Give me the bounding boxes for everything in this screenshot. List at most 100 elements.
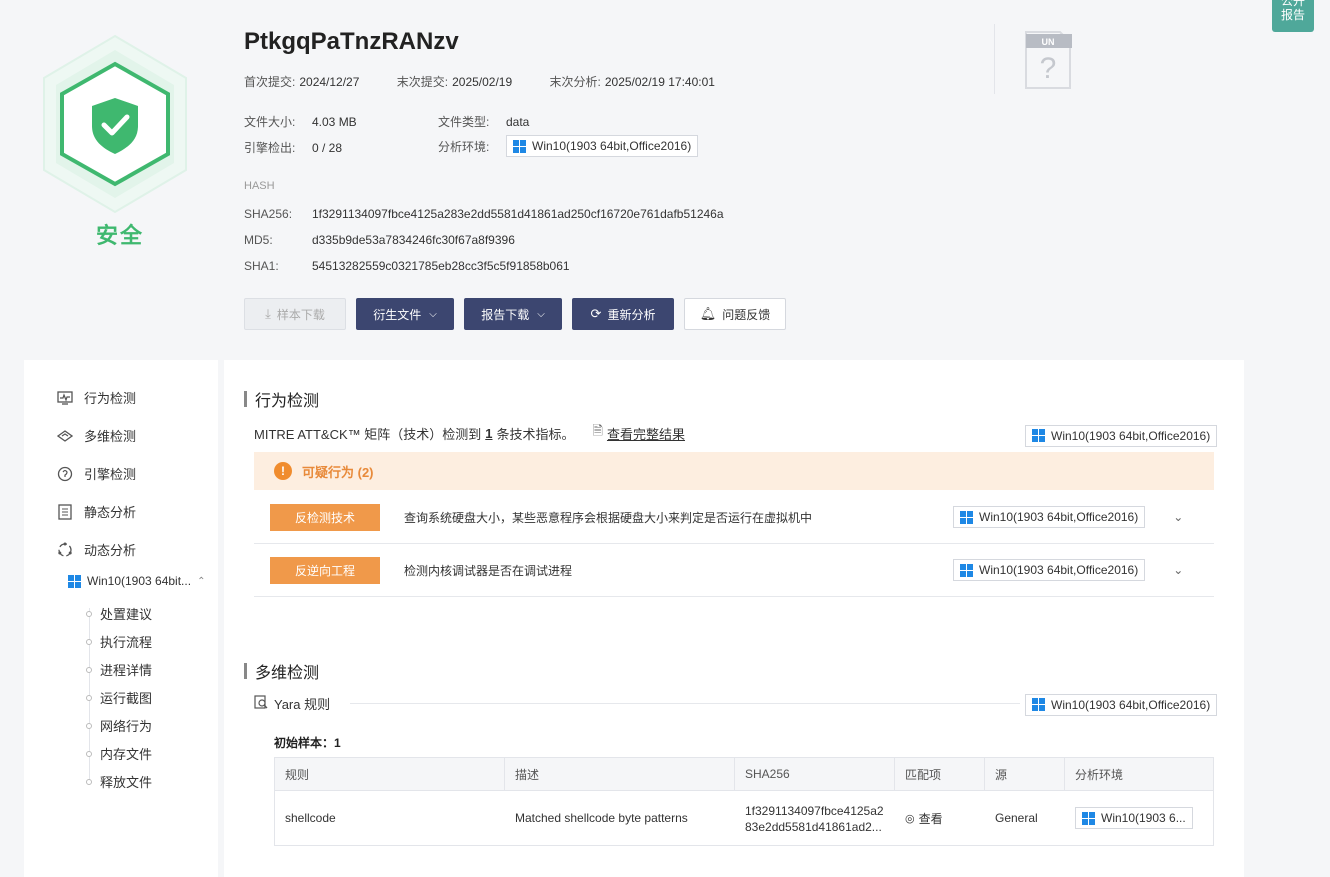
- windows-icon: [68, 574, 81, 588]
- behavior-desc: 检测内核调试器是否在调试进程: [404, 563, 573, 578]
- public-report-text: 公开 报告: [1280, 0, 1305, 22]
- verdict-shield: [40, 34, 190, 214]
- bell-icon: 🔔︎: [699, 306, 717, 321]
- report-icon: 🗎︎: [592, 423, 603, 438]
- shield-hexagon-icon: [43, 34, 187, 214]
- sub-item-screenshots[interactable]: 运行截图: [86, 688, 152, 707]
- first-submit-value: 2024/12/27: [299, 75, 360, 89]
- unknown-type-text: UN: [1042, 37, 1055, 47]
- behavior-row-env: Win10(1903 64bit,Office2016): [953, 559, 1146, 581]
- view-full-results-link[interactable]: 查看完整结果: [607, 424, 685, 443]
- engine-icon: [56, 465, 74, 483]
- behavior-env-chip: Win10(1903 64bit,Office2016): [1025, 424, 1218, 447]
- report-download-button[interactable]: 报告下载 ⌵: [464, 298, 562, 330]
- report-download-label: 报告下载: [481, 307, 530, 322]
- reanalyze-button[interactable]: ⟳ 重新分析: [572, 298, 674, 330]
- sub-item-process-details[interactable]: 进程详情: [86, 660, 152, 679]
- bullet-dot: [86, 778, 92, 785]
- submission-meta: 首次提交: 2024/12/27 末次提交: 2025/02/19 末次分析: 202…: [244, 73, 749, 90]
- eye-icon: ◎: [905, 812, 915, 825]
- column-header: SHA256: [735, 758, 895, 790]
- column-header: 分析环境: [1075, 767, 1124, 782]
- chevron-down-icon[interactable]: ⌄: [1173, 510, 1183, 524]
- header-divider: [994, 24, 995, 94]
- unknown-file-icon: UN ?: [1024, 30, 1072, 90]
- first-submit-label: 首次提交:: [244, 75, 296, 89]
- file-type-value: data: [506, 115, 530, 129]
- yara-label: Yara 规则: [274, 697, 331, 712]
- behavior-tag: 反逆向工程: [270, 556, 380, 584]
- behavior-env-value: Win10(1903 64bit,Office2016): [1051, 428, 1211, 443]
- view-match-label: 查看: [918, 811, 943, 826]
- sidebar-item-dynamic[interactable]: 动态分析: [56, 540, 136, 559]
- multi-env-chip: Win10(1903 64bit,Office2016): [1025, 693, 1218, 716]
- title-bar: [244, 391, 247, 407]
- sub-item-remediation[interactable]: 处置建议: [86, 604, 152, 623]
- sidebar-item-behavior[interactable]: 行为检测: [56, 388, 136, 407]
- rule-cell: shellcode: [285, 811, 336, 825]
- sha256-row: SHA256: 1f3291134097fbce4125a283e2dd5581d…: [244, 207, 724, 221]
- monitor-icon: [56, 389, 74, 407]
- windows-icon: [960, 510, 973, 524]
- sidebar-item-multi[interactable]: 多维检测: [56, 426, 136, 445]
- download-sample-button[interactable]: ⤓ 样本下载: [244, 298, 346, 330]
- column-header: 匹配项: [895, 758, 985, 790]
- behavior-tag: 反检测技术: [270, 503, 380, 531]
- main-content: 行为检测 MITRE ATT&CK™ 矩阵（技术）检测到 1 条技术指标。 🗎︎…: [224, 360, 1244, 877]
- sub-item-network[interactable]: 网络行为: [86, 716, 152, 735]
- cycle-icon: [56, 541, 74, 559]
- chevron-up-icon: ⌃: [197, 575, 206, 587]
- sub-item-label: 执行流程: [100, 635, 153, 650]
- sub-item-label: 进程详情: [100, 663, 153, 678]
- sidebar-item-label: 静态分析: [84, 505, 137, 520]
- list-icon: [56, 503, 74, 521]
- refresh-icon: ⟳: [590, 306, 602, 321]
- file-type-row: 文件类型: data: [438, 113, 529, 130]
- bullet-dot: [86, 750, 92, 757]
- derived-files-button[interactable]: 衍生文件 ⌵: [356, 298, 454, 330]
- env-chip: Win10(1903 64bit,Office2016): [506, 135, 699, 157]
- last-submit-label: 末次提交:: [396, 75, 449, 89]
- match-cell: ◎ 查看: [895, 791, 985, 845]
- env-value: Win10(1903 64bit,Office2016): [532, 139, 692, 153]
- table-header: 规则 描述 SHA256 匹配项 源 分析环境: [275, 758, 1213, 791]
- feedback-button[interactable]: 🔔︎ 问题反馈: [684, 298, 786, 330]
- bullet-dot: [86, 666, 92, 673]
- windows-icon: [1032, 698, 1045, 711]
- behavior-row[interactable]: 反逆向工程 检测内核调试器是否在调试进程 Win10(1903 64bit,Of…: [254, 544, 1214, 597]
- behavior-row[interactable]: 反检测技术 查询系统硬盘大小，某些恶意程序会根据硬盘大小来判定是否运行在虚拟机中…: [254, 491, 1214, 544]
- windows-icon: [1082, 811, 1095, 825]
- behavior-section-title: 行为检测: [244, 387, 319, 411]
- sha256-cell: 1f3291134097fbce4125a2 83e2dd5581d41861ad…: [735, 791, 895, 845]
- suspicious-banner: ! 可疑行为 (2): [254, 452, 1214, 490]
- sidebar-env-toggle[interactable]: Win10(1903 64bit... ⌃: [68, 574, 205, 588]
- sidebar-item-label: 引擎检测: [84, 467, 137, 482]
- sidebar-item-static[interactable]: 静态分析: [56, 502, 136, 521]
- chevron-down-icon[interactable]: ⌄: [1173, 563, 1183, 577]
- yara-icon: [254, 695, 268, 712]
- feedback-label: 问题反馈: [722, 307, 771, 322]
- bullet-dot: [86, 694, 92, 701]
- svg-text:?: ?: [1040, 52, 1057, 85]
- sub-item-memory-files[interactable]: 内存文件: [86, 744, 152, 763]
- reanalyze-label: 重新分析: [607, 307, 656, 322]
- bullet-dot: [86, 638, 92, 645]
- public-report-badge[interactable]: 公开 报告: [1272, 0, 1314, 32]
- sub-item-execution-flow[interactable]: 执行流程: [86, 632, 152, 651]
- verdict-label: 安全: [96, 223, 145, 248]
- yara-divider: [350, 703, 1021, 704]
- sidebar: 行为检测 多维检测 引擎检测 静态分析 动态分析 Win10(1903 64bi…: [24, 360, 218, 877]
- sha1-row: SHA1: 54513282559c0321785eb28cc3f5c5f9185…: [244, 259, 570, 273]
- behavior-row-env-value: Win10(1903 64bit,Office2016): [979, 563, 1139, 577]
- sub-item-released-files[interactable]: 释放文件: [86, 772, 152, 791]
- mitre-count[interactable]: 1: [485, 426, 492, 441]
- multi-env-value: Win10(1903 64bit,Office2016): [1051, 697, 1211, 712]
- file-size-row: 文件大小: 4.03 MB: [244, 113, 357, 130]
- last-analysis-label: 末次分析:: [549, 75, 601, 89]
- table-env-chip: Win10(1903 6...: [1075, 807, 1193, 829]
- sidebar-item-engine[interactable]: 引擎检测: [56, 464, 136, 483]
- file-type-label: 文件类型:: [438, 115, 490, 129]
- view-match-link[interactable]: ◎ 查看: [905, 810, 943, 827]
- sub-item-label: 内存文件: [100, 747, 153, 762]
- md5-value: d335b9de53a7834246fc30f67a8f9396: [312, 233, 515, 247]
